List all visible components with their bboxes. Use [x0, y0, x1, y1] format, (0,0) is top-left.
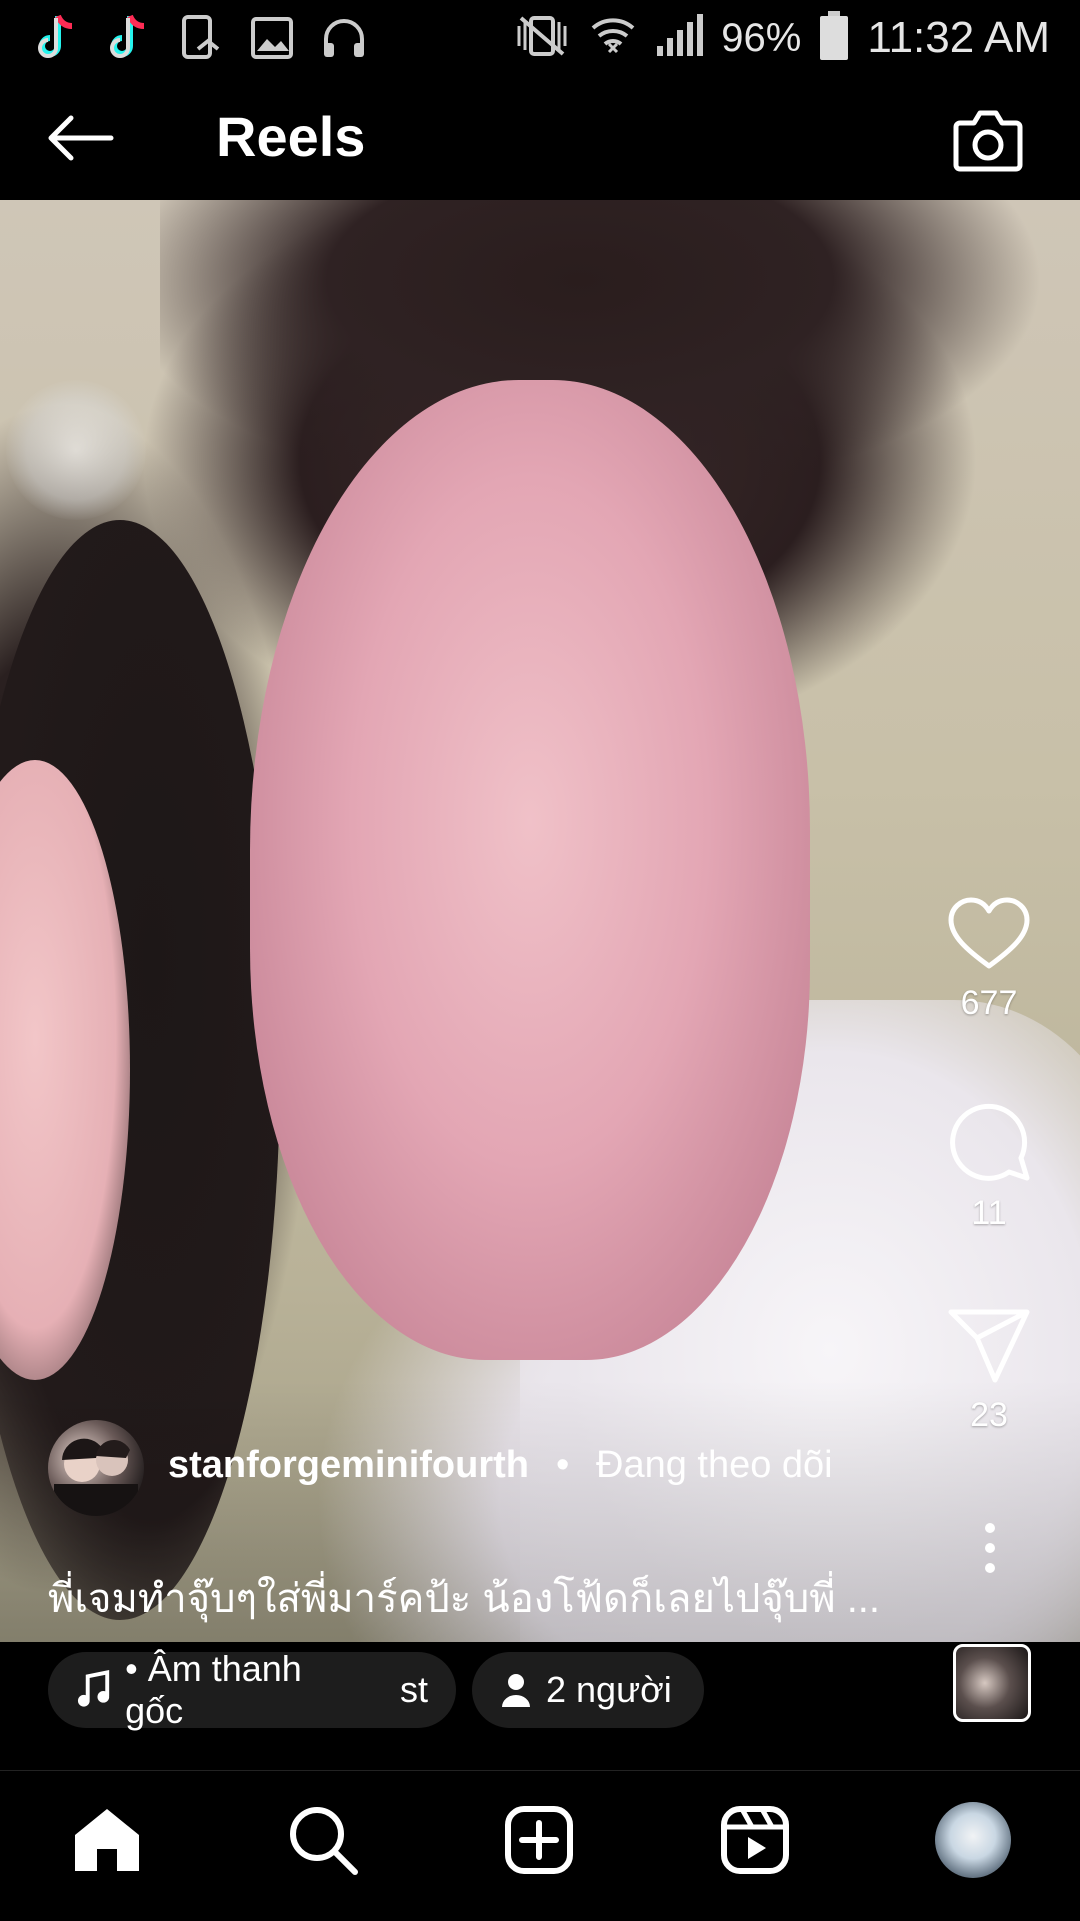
like-action[interactable]: 677	[929, 896, 1049, 1023]
arrow-left-icon	[48, 115, 114, 161]
avatar-photo	[54, 1438, 138, 1516]
nav-reels[interactable]	[710, 1795, 800, 1885]
audio-thumbnail[interactable]	[953, 1644, 1031, 1722]
more-options-button[interactable]	[978, 1520, 1002, 1576]
status-right-icons: 96% 11:32 AM	[513, 6, 1050, 70]
audio-author-marquee: st	[399, 1669, 428, 1710]
search-icon	[290, 1807, 358, 1875]
comment-count: 11	[971, 1194, 1007, 1232]
reels-icon	[721, 1806, 789, 1874]
more-vertical-icon	[985, 1523, 995, 1573]
comment-icon[interactable]	[947, 1098, 1031, 1182]
person-icon	[502, 1674, 530, 1707]
tiktok-icon	[102, 12, 154, 64]
clock: 11:32 AM	[867, 13, 1050, 62]
nav-search[interactable]	[278, 1795, 368, 1885]
profile-avatar	[935, 1802, 1011, 1878]
tiktok-icon	[30, 12, 82, 64]
music-note-icon	[77, 1670, 110, 1707]
following-button[interactable]: Đang theo dõi	[596, 1444, 833, 1487]
battery-icon	[819, 10, 849, 66]
signal-icon	[655, 13, 704, 63]
home-icon	[75, 1809, 139, 1871]
author-username[interactable]: stanforgeminifourth	[168, 1444, 529, 1487]
image-icon	[246, 12, 298, 64]
tagged-people-label: 2 người	[546, 1669, 672, 1710]
heart-icon[interactable]	[947, 896, 1031, 972]
headset-icon	[318, 12, 370, 64]
create-post-icon	[505, 1806, 573, 1874]
send-icon[interactable]	[947, 1308, 1031, 1384]
caption-text[interactable]: พี่เจมทำจุ๊บๆใส่พี่มาร์คป้ะ น้องโฟ้ดก็เล…	[48, 1566, 880, 1630]
camera-button[interactable]	[950, 102, 1026, 178]
bottom-nav	[0, 1770, 1080, 1921]
like-count: 677	[960, 984, 1018, 1022]
audio-label: • Âm thanh gốc	[125, 1648, 302, 1731]
original-audio-pill[interactable]: • Âm thanh gốc st	[48, 1648, 456, 1731]
nav-create[interactable]	[494, 1795, 584, 1885]
status-bar: 96% 11:32 AM	[0, 0, 1080, 78]
nav-home[interactable]	[62, 1795, 152, 1885]
page-title: Reels	[216, 105, 366, 168]
wifi-icon	[589, 12, 637, 65]
tagged-people-pill[interactable]: 2 người	[472, 1652, 704, 1728]
comment-action[interactable]: 11	[929, 1098, 1049, 1233]
camera-icon	[953, 110, 1023, 172]
share-action[interactable]: 23	[929, 1308, 1049, 1435]
status-left-icons	[30, 12, 370, 64]
reel-video[interactable]	[0, 200, 1080, 1642]
battery-percent: 96%	[721, 15, 802, 60]
screen-cast-icon	[174, 12, 226, 64]
share-count: 23	[970, 1396, 1008, 1434]
separator-dot: •	[556, 1444, 570, 1486]
video-region	[250, 380, 810, 1360]
reels-header: Reels	[0, 78, 1080, 200]
video-touch-indicator	[6, 380, 146, 520]
nav-profile[interactable]	[928, 1795, 1018, 1885]
vibrate-off-icon	[513, 14, 571, 63]
back-button[interactable]	[44, 106, 116, 170]
author-avatar[interactable]	[48, 1420, 144, 1516]
